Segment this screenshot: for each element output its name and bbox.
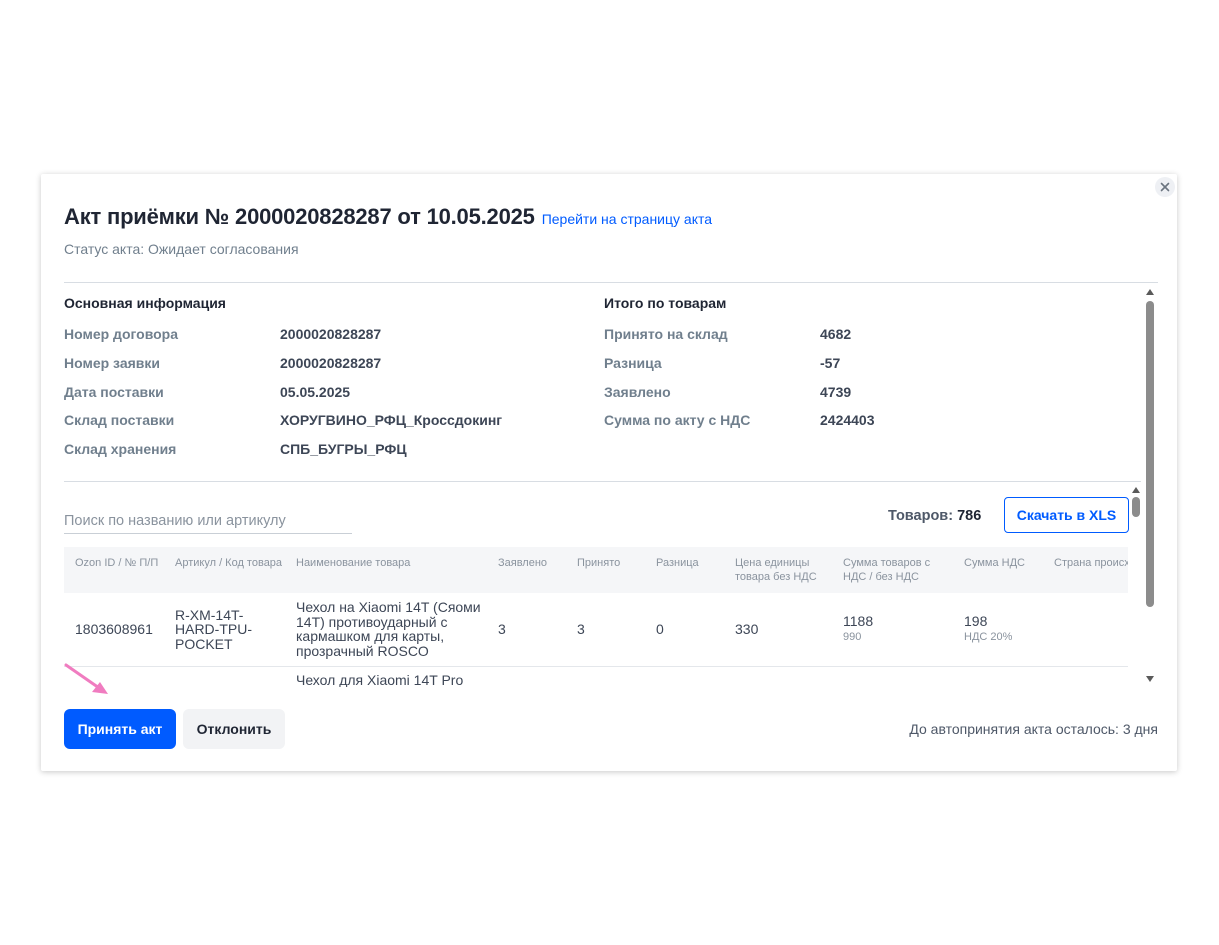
download-xls-button[interactable]: Скачать в XLS	[1004, 497, 1129, 533]
cell-difference	[645, 666, 724, 687]
cell-country	[1043, 593, 1128, 667]
totals-row-accepted: Принято на склад 4682	[604, 326, 1124, 355]
vat-amount: 198	[964, 612, 988, 629]
cell-unit-price: 330	[724, 593, 832, 667]
totals-row-declared: Заявлено 4739	[604, 384, 1124, 413]
modal-footer: Принять акт Отклонить До автопринятия ак…	[64, 709, 1158, 749]
info-label: Сумма по акту с НДС	[604, 412, 751, 429]
cell-declared	[487, 666, 566, 687]
table-header-row: Ozon ID / № П/П Артикул / Код товара Наи…	[64, 547, 1128, 593]
column-header-ozon-id[interactable]: Ozon ID / № П/П	[64, 547, 164, 593]
column-header-article[interactable]: Артикул / Код товара	[164, 547, 285, 593]
scroll-up-arrow-icon[interactable]	[1146, 289, 1154, 295]
totals-row-sum-vat: Сумма по акту с НДС 2424403	[604, 412, 1124, 441]
cell-name: Чехол на Xiaomi 14T (Сяоми 14T) противоу…	[285, 593, 487, 667]
cell-declared: 3	[487, 593, 566, 667]
info-label: Склад поставки	[64, 412, 175, 429]
close-button[interactable]	[1155, 177, 1175, 197]
column-header-sum[interactable]: Сумма товаров с НДС / без НДС	[832, 547, 953, 593]
info-value: 05.05.2025	[280, 383, 351, 400]
status-label: Статус акта:	[64, 241, 145, 257]
totals-section: Итого по товарам Принято на склад 4682 Р…	[604, 295, 1124, 441]
reject-act-button[interactable]: Отклонить	[183, 709, 285, 749]
scrollbar-thumb[interactable]	[1146, 301, 1154, 607]
annotation-arrow-icon	[64, 663, 108, 694]
items-count-label: Товаров:	[888, 508, 954, 524]
cell-article: R-XM-14T-HARD-TPU-POCKET	[164, 593, 285, 667]
search-input[interactable]	[64, 509, 352, 529]
info-value: СПБ_БУГРЫ_РФЦ	[280, 441, 407, 458]
info-value: 2000020828287	[280, 326, 382, 342]
modal-header: Акт приёмки № 2000020828287 от 10.05.202…	[64, 204, 712, 230]
table-row[interactable]: 1803608961 R-XM-14T-HARD-TPU-POCKET Чехо…	[64, 593, 1128, 667]
main-info-section: Основная информация Номер договора 20000…	[64, 295, 584, 470]
info-label: Разница	[604, 354, 662, 371]
info-value: 2000020828287	[280, 354, 382, 371]
act-status: Статус акта: Ожидает согласования	[64, 241, 299, 257]
info-label: Номер заявки	[64, 354, 161, 371]
close-icon	[1160, 182, 1170, 192]
info-label: Заявлено	[604, 383, 671, 400]
main-info-heading: Основная информация	[64, 295, 226, 311]
vat-rate: НДС 20%	[964, 631, 1013, 644]
column-header-vat-sum[interactable]: Сумма НДС	[953, 547, 1043, 593]
column-header-declared[interactable]: Заявлено	[487, 547, 566, 593]
items-count-value: 786	[957, 508, 982, 524]
items-table-container[interactable]: Ozon ID / № П/П Артикул / Код товара Наи…	[64, 547, 1128, 687]
cell-unit-price	[724, 666, 832, 687]
divider	[64, 481, 1141, 482]
cell-accepted: 3	[566, 593, 645, 667]
accept-act-button[interactable]: Принять акт	[64, 709, 176, 749]
info-row-supply-warehouse: Склад поставки ХОРУГВИНО_РФЦ_Кроссдокинг	[64, 412, 584, 441]
cell-ozon-id: 1803608961	[64, 593, 164, 667]
info-row-contract: Номер договора 2000020828287	[64, 326, 584, 355]
sum-with-vat: 1188	[843, 612, 874, 629]
info-row-request: Номер заявки 2000020828287	[64, 355, 584, 384]
act-page-link[interactable]: Перейти на страницу акта	[542, 211, 712, 227]
cell-sum	[832, 666, 953, 687]
cell-vat-sum: 198 НДС 20%	[953, 593, 1043, 667]
scroll-down-arrow-icon[interactable]	[1146, 676, 1154, 682]
search-field[interactable]	[64, 509, 352, 534]
modal-scrollbar[interactable]	[1145, 284, 1155, 687]
info-value: ХОРУГВИНО_РФЦ_Кроссдокинг	[280, 412, 503, 429]
acceptance-act-modal: Акт приёмки № 2000020828287 от 10.05.202…	[41, 174, 1177, 771]
cell-sum: 1188 990	[832, 593, 953, 667]
column-header-accepted[interactable]: Принято	[566, 547, 645, 593]
info-value: 2424403	[820, 412, 875, 429]
info-label: Склад хранения	[64, 441, 177, 458]
cell-country	[1043, 666, 1128, 687]
status-value: Ожидает согласования	[148, 241, 299, 257]
scrollbar-thumb[interactable]	[1132, 497, 1140, 517]
items-count: Товаров: 786	[888, 508, 981, 524]
column-header-name[interactable]: Наименование товара	[285, 547, 487, 593]
cell-accepted	[566, 666, 645, 687]
info-row-supply-date: Дата поставки 05.05.2025	[64, 384, 584, 413]
info-value: -57	[820, 354, 841, 371]
info-label: Номер договора	[64, 326, 179, 342]
column-header-difference[interactable]: Разница	[645, 547, 724, 593]
column-header-unit-price[interactable]: Цена единицы товара без НДС	[724, 547, 832, 593]
info-row-storage-warehouse: Склад хранения СПБ_БУГРЫ_РФЦ	[64, 441, 584, 470]
sum-without-vat: 990	[843, 631, 862, 644]
totals-heading: Итого по товарам	[604, 295, 727, 311]
items-table: Ozon ID / № П/П Артикул / Код товара Наи…	[64, 547, 1128, 687]
scroll-up-arrow-icon[interactable]	[1132, 487, 1140, 493]
info-value: 4739	[820, 383, 852, 400]
auto-accept-notice: До автопринятия акта осталось: 3 дня	[909, 721, 1158, 737]
totals-row-difference: Разница -57	[604, 355, 1124, 384]
info-label: Принято на склад	[604, 326, 728, 342]
table-row[interactable]: R-XM-14TPRO Чехол для Xiaomi 14T Pro (Ся…	[64, 666, 1128, 687]
cell-difference: 0	[645, 593, 724, 667]
cell-article: R-XM-14TPRO	[164, 666, 285, 687]
modal-scroll-area[interactable]: Основная информация Номер договора 20000…	[64, 283, 1158, 687]
column-header-country[interactable]: Страна происх. Код	[1043, 547, 1128, 593]
info-label: Дата поставки	[64, 383, 164, 400]
info-value: 4682	[820, 326, 852, 342]
modal-title: Акт приёмки № 2000020828287 от 10.05.202…	[64, 204, 535, 229]
cell-vat-sum	[953, 666, 1043, 687]
cell-name: Чехол для Xiaomi 14T Pro (Сяоми 14T Про)…	[285, 666, 487, 687]
table-scrollbar[interactable]	[1131, 483, 1141, 539]
